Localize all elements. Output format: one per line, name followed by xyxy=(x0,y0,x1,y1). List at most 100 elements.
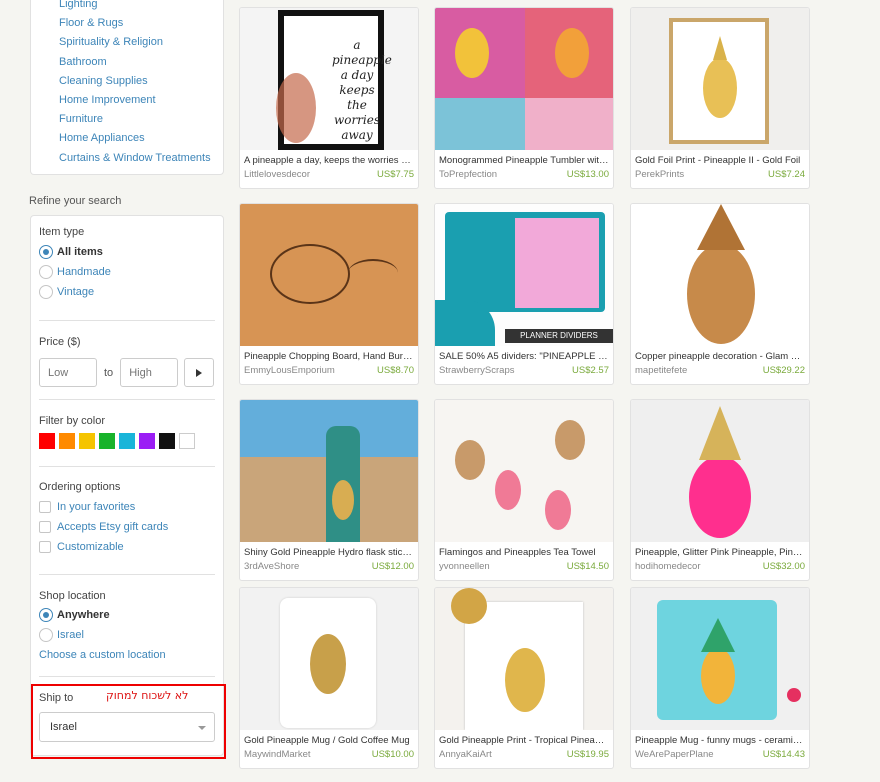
checkbox-icon[interactable] xyxy=(39,501,51,513)
color-swatch-green[interactable] xyxy=(99,433,115,449)
product-title[interactable]: Gold Pineapple Mug / Gold Coffee Mug xyxy=(240,730,418,746)
item-type-title: Item type xyxy=(39,226,85,238)
filter-panel: Item type All items Handmade Vintage Pri… xyxy=(30,215,224,756)
shop-name[interactable]: 3rdAveShore xyxy=(244,561,299,572)
checkbox-icon[interactable] xyxy=(39,521,51,533)
category-link[interactable]: Floor & Rugs xyxy=(59,14,223,33)
product-card[interactable]: Monogrammed Pineapple Tumbler with straw… xyxy=(434,7,614,189)
shop-name[interactable]: MaywindMarket xyxy=(244,749,311,760)
radio-icon[interactable] xyxy=(39,628,53,642)
product-title[interactable]: Gold Pineapple Print - Tropical Pineappl… xyxy=(435,730,613,746)
category-link[interactable]: Cleaning Supplies xyxy=(59,72,223,91)
product-card[interactable]: Flamingos and Pineapples Tea Towel yvonn… xyxy=(434,399,614,581)
product-card[interactable]: Pineapple Mug - funny mugs - ceramic mug… xyxy=(630,587,810,769)
location-anywhere[interactable]: Anywhere xyxy=(39,605,215,625)
product-card[interactable]: Gold Pineapple Print - Tropical Pineappl… xyxy=(434,587,614,769)
ordering-customizable[interactable]: Customizable xyxy=(39,537,215,557)
product-card[interactable]: Copper pineapple decoration - Glam decor… xyxy=(630,203,810,385)
product-image[interactable] xyxy=(631,400,809,542)
product-title[interactable]: Flamingos and Pineapples Tea Towel xyxy=(435,542,613,558)
product-image[interactable] xyxy=(435,588,613,730)
color-swatch-blue[interactable] xyxy=(119,433,135,449)
ship-to-select[interactable]: Israel xyxy=(39,712,215,742)
product-image[interactable] xyxy=(240,204,418,346)
shop-name[interactable]: Littlelovesdecor xyxy=(244,169,310,180)
shop-name[interactable]: WeArePaperPlane xyxy=(635,749,714,760)
category-link[interactable]: Furniture xyxy=(59,110,223,129)
product-card[interactable]: Pineapple Chopping Board, Hand Burned Em… xyxy=(239,203,419,385)
divider xyxy=(39,320,215,321)
ordering-gift-cards[interactable]: Accepts Etsy gift cards xyxy=(39,517,215,537)
checkbox-icon[interactable] xyxy=(39,541,51,553)
radio-checked-icon[interactable] xyxy=(39,608,53,622)
product-image[interactable] xyxy=(631,588,809,730)
item-type-vintage[interactable]: Vintage xyxy=(39,282,215,302)
product-card[interactable]: a pineapple a day keeps the worries away… xyxy=(239,7,419,189)
color-swatch-purple[interactable] xyxy=(139,433,155,449)
color-swatch-orange[interactable] xyxy=(59,433,75,449)
product-price: US$7.75 xyxy=(377,169,414,180)
product-price: US$10.00 xyxy=(371,749,414,760)
product-price: US$29.22 xyxy=(762,365,805,376)
radio-icon[interactable] xyxy=(39,265,53,279)
shop-name[interactable]: AnnyaKaiArt xyxy=(439,749,492,760)
price-low-input[interactable] xyxy=(39,358,97,387)
shop-name[interactable]: PerekPrints xyxy=(635,169,684,180)
product-title[interactable]: SALE 50% A5 dividers: "PINEAPPLE PLANNER… xyxy=(435,346,613,362)
shop-name[interactable]: ToPrepfection xyxy=(439,169,497,180)
category-link[interactable]: Home Improvement xyxy=(59,91,223,110)
shop-name[interactable]: StrawberryScraps xyxy=(439,365,515,376)
shop-name[interactable]: yvonneellen xyxy=(439,561,490,572)
product-title[interactable]: A pineapple a day, keeps the worries awa… xyxy=(240,150,418,166)
product-card[interactable]: Shiny Gold Pineapple Hydro flask sticker… xyxy=(239,399,419,581)
product-price: US$7.24 xyxy=(768,169,805,180)
item-type-all[interactable]: All items xyxy=(39,242,215,262)
product-title[interactable]: Gold Foil Print - Pineapple II - Gold Fo… xyxy=(631,150,809,166)
color-swatch-yellow[interactable] xyxy=(79,433,95,449)
divider xyxy=(39,399,215,400)
product-image[interactable]: a pineapple a day keeps the worries away xyxy=(240,8,418,150)
custom-location-link[interactable]: Choose a custom location xyxy=(39,645,215,665)
product-title[interactable]: Copper pineapple decoration - Glam decor xyxy=(631,346,809,362)
product-image[interactable] xyxy=(240,588,418,730)
product-card[interactable]: Gold Pineapple Mug / Gold Coffee Mug May… xyxy=(239,587,419,769)
shop-name[interactable]: mapetitefete xyxy=(635,365,687,376)
location-israel[interactable]: Israel xyxy=(39,625,215,645)
price-high-input[interactable] xyxy=(120,358,179,387)
color-swatch-red[interactable] xyxy=(39,433,55,449)
product-image[interactable]: PLANNER DIVIDERS xyxy=(435,204,613,346)
divider xyxy=(39,466,215,467)
divider xyxy=(39,676,215,677)
price-submit-button[interactable] xyxy=(184,358,215,387)
radio-icon[interactable] xyxy=(39,285,53,299)
category-link[interactable]: Bathroom xyxy=(59,53,223,72)
product-image[interactable] xyxy=(631,204,809,346)
category-link[interactable]: Curtains & Window Treatments xyxy=(59,149,223,168)
product-title[interactable]: Monogrammed Pineapple Tumbler with straw xyxy=(435,150,613,166)
category-link[interactable]: Home Appliances xyxy=(59,129,223,148)
shop-name[interactable]: hodihomedecor xyxy=(635,561,701,572)
product-title[interactable]: Pineapple Mug - funny mugs - ceramic mug xyxy=(631,730,809,746)
product-image[interactable] xyxy=(435,400,613,542)
product-title[interactable]: Pineapple, Glitter Pink Pineapple, Pink … xyxy=(631,542,809,558)
product-card[interactable]: PLANNER DIVIDERS SALE 50% A5 dividers: "… xyxy=(434,203,614,385)
category-link[interactable]: Lighting xyxy=(59,0,223,14)
product-card[interactable]: Gold Foil Print - Pineapple II - Gold Fo… xyxy=(630,7,810,189)
product-price: US$13.00 xyxy=(566,169,609,180)
item-type-section: Item type All items Handmade Vintage xyxy=(39,226,215,302)
product-title[interactable]: Shiny Gold Pineapple Hydro flask sticker xyxy=(240,542,418,558)
ordering-favorites[interactable]: In your favorites xyxy=(39,497,215,517)
product-card[interactable]: Pineapple, Glitter Pink Pineapple, Pink … xyxy=(630,399,810,581)
product-image[interactable] xyxy=(435,8,613,150)
item-type-handmade[interactable]: Handmade xyxy=(39,262,215,282)
product-price: US$12.00 xyxy=(371,561,414,572)
color-swatch-white[interactable] xyxy=(179,433,195,449)
shop-name[interactable]: EmmyLousEmporium xyxy=(244,365,335,376)
product-image[interactable] xyxy=(631,8,809,150)
color-swatches xyxy=(39,433,215,449)
product-title[interactable]: Pineapple Chopping Board, Hand Burned xyxy=(240,346,418,362)
color-swatch-black[interactable] xyxy=(159,433,175,449)
product-image[interactable] xyxy=(240,400,418,542)
category-link[interactable]: Spirituality & Religion xyxy=(59,33,223,52)
radio-checked-icon[interactable] xyxy=(39,245,53,259)
